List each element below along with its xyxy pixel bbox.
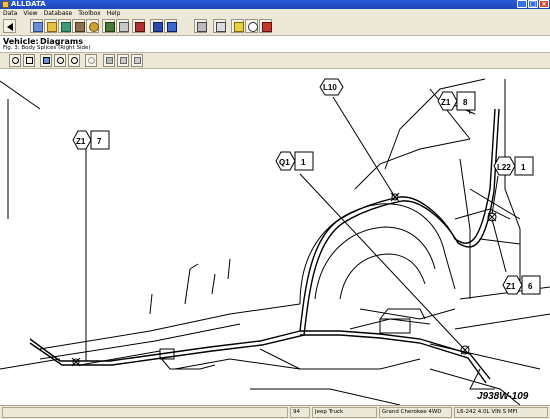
exit-button[interactable] (259, 19, 272, 33)
status-bar: 94 Jeep Truck Grand Cherokee 4WD L6-242 … (0, 405, 550, 419)
search-button[interactable] (245, 19, 258, 33)
callout-q1-1-code: Q1 (279, 158, 290, 167)
vehicle-button[interactable] (72, 19, 85, 33)
book-icon (105, 22, 115, 32)
close-button[interactable]: × (539, 0, 549, 8)
print-diagram-button[interactable] (103, 54, 115, 67)
home-icon (33, 22, 43, 32)
menu-database[interactable]: Database (44, 9, 73, 18)
clock-icon (153, 22, 163, 32)
figure-title: Fig. 3: Body Splices (Right Side) (3, 45, 91, 51)
status-message (2, 407, 288, 418)
menu-toolbox[interactable]: Toolbox (78, 9, 101, 18)
tools-icon (61, 22, 71, 32)
callout-l22-1-num: 1 (521, 163, 526, 172)
callout-z1-8-num: 8 (463, 98, 468, 107)
menu-bar: Data View Database Toolbox Help (0, 9, 550, 18)
bookmark-icon (135, 22, 145, 32)
status-page: 94 (290, 407, 310, 418)
folder-icon (47, 22, 57, 32)
print-button[interactable] (194, 19, 207, 33)
open-button[interactable] (44, 19, 57, 33)
callout-z1-7-code: Z1 (76, 137, 86, 146)
callout-z1-6-code: Z1 (506, 282, 516, 291)
tools-button[interactable] (58, 19, 71, 33)
status-engine: L6-242 4.0L VIN S MFI (454, 407, 548, 418)
app-icon (2, 1, 9, 8)
copy-diagram-icon (120, 57, 127, 64)
tag-button[interactable] (164, 19, 177, 33)
search-icon (248, 22, 258, 32)
back-icon (7, 23, 13, 31)
zoom-fit-button[interactable] (54, 54, 66, 67)
save-diagram-icon (134, 57, 141, 64)
bookmark-button[interactable] (132, 19, 145, 33)
stack-button[interactable] (116, 19, 129, 33)
save-diagram-button[interactable] (131, 54, 143, 67)
back-button[interactable] (3, 19, 16, 33)
zoom-area-icon (43, 57, 50, 64)
menu-help[interactable]: Help (107, 9, 121, 18)
zoom-in-button[interactable] (9, 54, 21, 67)
zoom-fit-icon (57, 57, 64, 64)
gear-icon (89, 22, 99, 32)
figure-code: J938W-109 (477, 391, 529, 402)
minimize-button[interactable]: _ (517, 0, 527, 8)
zoom-area-button[interactable] (40, 54, 52, 67)
window-title: ALLDATA (11, 0, 46, 8)
callout-l22-1-code: L22 (497, 163, 511, 172)
diagram-toolbar (0, 52, 550, 69)
exit-icon (262, 22, 272, 32)
vehicle-icon (75, 22, 85, 32)
callout-q1-1-num: 1 (301, 158, 306, 167)
zoom-reset-button[interactable] (85, 54, 97, 67)
print-diagram-icon (106, 57, 113, 64)
callout-z1-8-code: Z1 (441, 98, 451, 107)
stack-icon (119, 22, 129, 32)
status-model: Grand Cherokee 4WD (379, 407, 452, 418)
help-icon (234, 22, 244, 32)
home-button[interactable] (30, 19, 43, 33)
zoom-out-button[interactable] (68, 54, 80, 67)
callout-z1-6-num: 6 (528, 282, 533, 291)
print-preview-button[interactable] (213, 19, 226, 33)
history-button[interactable] (150, 19, 163, 33)
maximize-button[interactable]: □ (528, 0, 538, 8)
copy-diagram-button[interactable] (117, 54, 129, 67)
menu-view[interactable]: View (23, 9, 37, 18)
window-controls: _ □ × (517, 0, 549, 9)
zoom-in-icon (12, 57, 19, 64)
pan-button[interactable] (23, 54, 35, 67)
title-bar: ALLDATA _ □ × (0, 0, 550, 9)
help-button[interactable] (231, 19, 244, 33)
status-make: Jeep Truck (312, 407, 377, 418)
callout-z1-7-num: 7 (97, 137, 102, 146)
print-icon (197, 22, 207, 32)
diagram-drawing: Z1 7 L10 Z1 8 Q1 1 L22 1 Z1 6 (0, 78, 550, 405)
tag-icon (167, 22, 177, 32)
main-toolbar (0, 18, 550, 36)
zoom-disabled-icon (88, 57, 95, 64)
callout-l10-code: L10 (323, 83, 337, 92)
print-preview-icon (216, 22, 226, 32)
settings-button[interactable] (86, 19, 99, 33)
pan-icon (26, 57, 33, 64)
zoom-out-icon (71, 57, 78, 64)
book-button[interactable] (102, 19, 115, 33)
menu-data[interactable]: Data (3, 9, 17, 18)
wiring-diagram[interactable]: Z1 7 L10 Z1 8 Q1 1 L22 1 Z1 6 J938W-109 (0, 69, 550, 405)
